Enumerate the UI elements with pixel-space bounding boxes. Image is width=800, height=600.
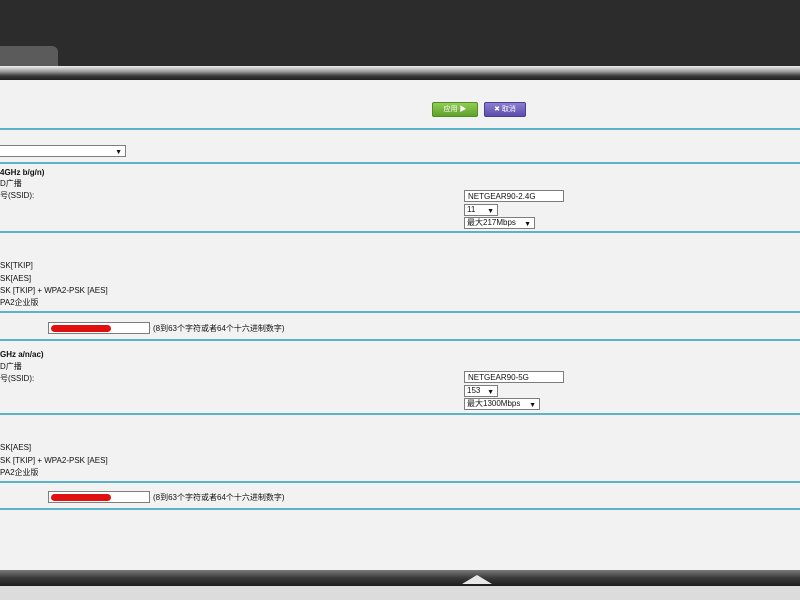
passphrase-hint: (8到63个字符或者64个十六进制数字) <box>153 493 285 502</box>
divider <box>0 481 800 483</box>
divider <box>0 508 800 510</box>
ssid-broadcast-label: D广播 <box>0 179 22 188</box>
ssid-input-5[interactable]: NETGEAR90-5G <box>464 371 564 383</box>
apply-button[interactable]: 应用 ▶ <box>432 102 478 117</box>
passphrase-input-24[interactable] <box>48 322 150 334</box>
wireless-settings-panel: 应用 ▶ ✖ 取消 ▼ 4GHz b/g/n) D广播 号(SSID): NET… <box>0 80 800 570</box>
window-frame-top <box>0 66 800 80</box>
divider <box>0 339 800 341</box>
mode-value: 最大1300Mbps <box>467 399 521 408</box>
cancel-button[interactable]: ✖ 取消 <box>484 102 526 117</box>
window-frame-bottom <box>0 570 800 586</box>
security-option[interactable]: SK [TKIP] + WPA2-PSK [AES] <box>0 286 108 296</box>
mode-select-24[interactable]: 最大217Mbps ▼ <box>464 217 535 229</box>
divider <box>0 311 800 313</box>
band-5-title: GHz a/n/ac) <box>0 350 44 359</box>
divider <box>0 162 800 164</box>
channel-value: 11 <box>467 205 476 214</box>
security-option[interactable]: SK[AES] <box>0 443 31 453</box>
passphrase-hint: (8到63个字符或者64个十六进制数字) <box>153 324 285 333</box>
up-arrow-icon[interactable] <box>462 575 492 584</box>
redaction-mark <box>51 494 111 501</box>
passphrase-input-5[interactable] <box>48 491 150 503</box>
ssid-broadcast-label: D广播 <box>0 362 22 371</box>
region-select[interactable]: ▼ <box>0 145 126 157</box>
bottom-strip <box>0 586 800 600</box>
browser-top-bar <box>0 0 800 66</box>
redaction-mark <box>51 325 111 332</box>
divider <box>0 231 800 233</box>
divider <box>0 128 800 130</box>
channel-value: 153 <box>467 386 481 395</box>
browser-tab[interactable] <box>0 46 58 68</box>
security-option[interactable]: PA2企业版 <box>0 298 39 308</box>
chevron-down-icon: ▼ <box>529 402 536 409</box>
security-option[interactable]: SK[AES] <box>0 274 31 284</box>
divider <box>0 413 800 415</box>
channel-select-5[interactable]: 153 ▼ <box>464 385 498 397</box>
chevron-down-icon: ▼ <box>115 149 122 156</box>
security-option[interactable]: SK[TKIP] <box>0 261 33 271</box>
security-option[interactable]: PA2企业版 <box>0 468 39 478</box>
chevron-down-icon: ▼ <box>487 389 494 396</box>
ssid-label: 号(SSID): <box>0 191 35 200</box>
mode-value: 最大217Mbps <box>467 218 516 227</box>
ssid-input-24[interactable]: NETGEAR90-2.4G <box>464 190 564 202</box>
channel-select-24[interactable]: 11 ▼ <box>464 204 498 216</box>
band-24-title: 4GHz b/g/n) <box>0 168 45 177</box>
chevron-down-icon: ▼ <box>524 221 531 228</box>
ssid-label: 号(SSID): <box>0 374 35 383</box>
security-option[interactable]: SK [TKIP] + WPA2-PSK [AES] <box>0 456 108 466</box>
mode-select-5[interactable]: 最大1300Mbps ▼ <box>464 398 540 410</box>
chevron-down-icon: ▼ <box>487 208 494 215</box>
